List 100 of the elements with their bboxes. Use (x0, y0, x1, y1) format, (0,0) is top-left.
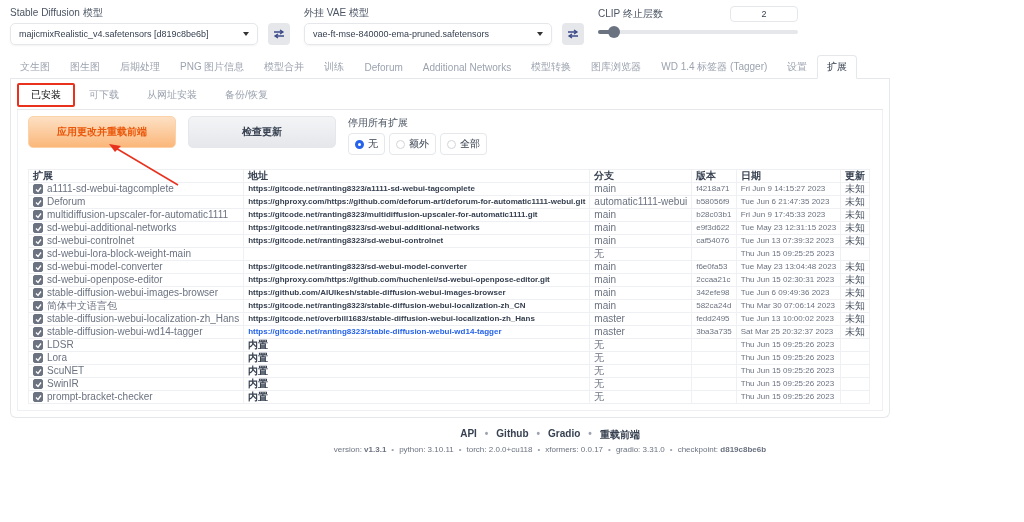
url-text: https://github.com/AlUlkesh/stable-diffusion-webui-images-browser (248, 288, 506, 297)
column-header: 日期 (736, 169, 841, 183)
field-label: Stable Diffusion 模型 (10, 6, 104, 20)
tab[interactable]: Additional Networks (412, 55, 522, 79)
table-cell: Tue Jun 13 10:00:02 2023 (740, 314, 834, 323)
table-cell: Thu Jun 15 02:30:31 2023 (740, 275, 835, 284)
extension-name: stable-diffusion-webui-localization-zh_Hans (47, 313, 240, 325)
footer-link[interactable]: API (460, 428, 477, 442)
checkbox[interactable] (33, 340, 43, 350)
table-cell: 未知 (845, 274, 866, 285)
annotation-arrow (108, 144, 180, 186)
tab[interactable]: 图库浏览器 (581, 55, 652, 79)
apply-button[interactable]: 应用更改并重载前端 (28, 116, 176, 148)
checkbox[interactable] (33, 353, 43, 363)
version-info: python: 3.10.11 (399, 445, 454, 454)
checkbox[interactable] (33, 379, 43, 389)
table-cell: 无 (594, 248, 605, 259)
tab[interactable]: 模型转换 (521, 55, 582, 79)
url-text: https://ghproxy.com/https://github.com/deforum-art/deforum-for-automatic1111-webui.git (248, 197, 586, 206)
tab[interactable]: 已安装 (17, 83, 75, 107)
table-cell: fedd2495 (696, 314, 730, 323)
tab[interactable]: 模型合并 (254, 55, 315, 79)
checkbox[interactable] (33, 197, 43, 207)
tab[interactable]: 备份/恢复 (211, 83, 282, 107)
checkbox[interactable] (33, 184, 43, 194)
table-cell: main (594, 222, 617, 233)
number-field[interactable]: 2 (730, 6, 798, 22)
separator-dot: • (484, 428, 489, 441)
radio-option[interactable]: 额外 (389, 133, 436, 155)
tab[interactable]: 可下载 (75, 83, 133, 107)
footer-link[interactable]: 重载前端 (599, 428, 640, 442)
separator-dot: • (536, 428, 541, 441)
tab[interactable]: 后期处理 (110, 55, 170, 79)
model-dropdown[interactable]: vae-ft-mse-840000-ema-pruned.safetensors (304, 23, 552, 45)
table-cell: 未知 (845, 313, 866, 324)
checkbox[interactable] (33, 275, 43, 285)
table-cell: Tue May 23 13:04:48 2023 (740, 262, 837, 271)
checkbox[interactable] (33, 327, 43, 337)
table-cell: 未知 (845, 300, 866, 311)
check-updates-button[interactable]: 检查更新 (188, 116, 336, 148)
checkbox[interactable] (33, 262, 43, 272)
url-text: https://gitcode.net/overbill1683/stable-diffusion-webui-localization-zh_Hans (248, 314, 535, 323)
checkbox[interactable] (33, 392, 43, 402)
version-info: xformers: 0.0.17 (545, 445, 604, 454)
extension-name: sd-webui-model-converter (47, 261, 163, 273)
model-dropdown[interactable]: majicmixRealistic_v4.safetensors [d819c8be6b] (10, 23, 258, 45)
table-cell: automatic1111-webui (594, 196, 688, 207)
radio-option[interactable]: 全部 (440, 133, 487, 155)
tab[interactable]: 训练 (314, 55, 355, 79)
caret-icon (537, 32, 543, 36)
tab[interactable]: 设置 (777, 55, 818, 79)
checkbox[interactable] (33, 223, 43, 233)
slider-thumb[interactable] (608, 26, 620, 38)
table-cell: Thu Jun 15 09:25:26 2023 (740, 353, 835, 362)
refresh-button[interactable] (562, 23, 584, 45)
footer-link[interactable]: Gradio (548, 428, 581, 442)
table-cell: 未知 (845, 261, 866, 272)
table-cell: Thu Jun 15 09:25:26 2023 (740, 379, 835, 388)
table-cell: 无 (594, 352, 605, 363)
checkbox[interactable] (33, 210, 43, 220)
extension-name: sd-webui-lora-block-weight-main (47, 248, 191, 260)
checkbox[interactable] (33, 366, 43, 376)
tab[interactable]: Deforum (354, 55, 413, 79)
table-cell: Tue Jun 6 21:47:35 2023 (740, 197, 830, 206)
column-header: 扩展 (28, 169, 244, 183)
url-text: https://ghproxy.com/https://github.com/huchenlei/sd-webui-openpose-editor.git (248, 275, 550, 284)
extension-name: multidiffusion-upscaler-for-automatic1111 (47, 209, 228, 221)
extension-name: sd-webui-controlnet (47, 235, 135, 247)
version-info: version: v1.3.1 (333, 445, 387, 454)
table-cell: Thu Jun 15 09:25:26 2023 (740, 392, 835, 401)
tab[interactable]: PNG 图片信息 (170, 55, 255, 79)
table-cell: Thu Jun 15 09:25:26 2023 (740, 340, 835, 349)
extension-name: sd-webui-openpose-editor (47, 274, 163, 286)
table-cell: 未知 (845, 287, 866, 298)
column-header: 更新 (840, 169, 870, 183)
column-header: 地址 (243, 169, 590, 183)
table-cell: 未知 (845, 209, 866, 220)
checkbox[interactable] (33, 236, 43, 246)
separator-dot: • (391, 445, 395, 454)
tab[interactable]: 从网址安装 (133, 83, 211, 107)
url-text: https://gitcode.net/ranting8323/sd-webui-additional-networks (248, 223, 480, 232)
checkbox[interactable] (33, 301, 43, 311)
table-cell: Tue May 23 12:31:15 2023 (740, 223, 837, 232)
radio-option[interactable]: 无 (348, 133, 385, 155)
refresh-button[interactable] (268, 23, 290, 45)
table-cell: 未知 (845, 222, 866, 233)
table-cell: 未知 (845, 326, 866, 337)
table-cell: 342efe98 (696, 288, 730, 297)
table-cell: e9f3d622 (696, 223, 730, 232)
tab[interactable]: 扩展 (817, 55, 858, 79)
checkbox[interactable] (33, 314, 43, 324)
builtin-label: 内置 (248, 339, 269, 350)
checkbox[interactable] (33, 288, 43, 298)
table-cell: b28c03b1 (696, 210, 732, 219)
table-cell: 未知 (845, 196, 866, 207)
tab[interactable]: 文生图 (10, 55, 60, 79)
footer-link[interactable]: Github (496, 428, 529, 442)
tab[interactable]: 图生图 (60, 55, 110, 79)
checkbox[interactable] (33, 249, 43, 259)
tab[interactable]: WD 1.4 标签器 (Tagger) (651, 55, 778, 79)
